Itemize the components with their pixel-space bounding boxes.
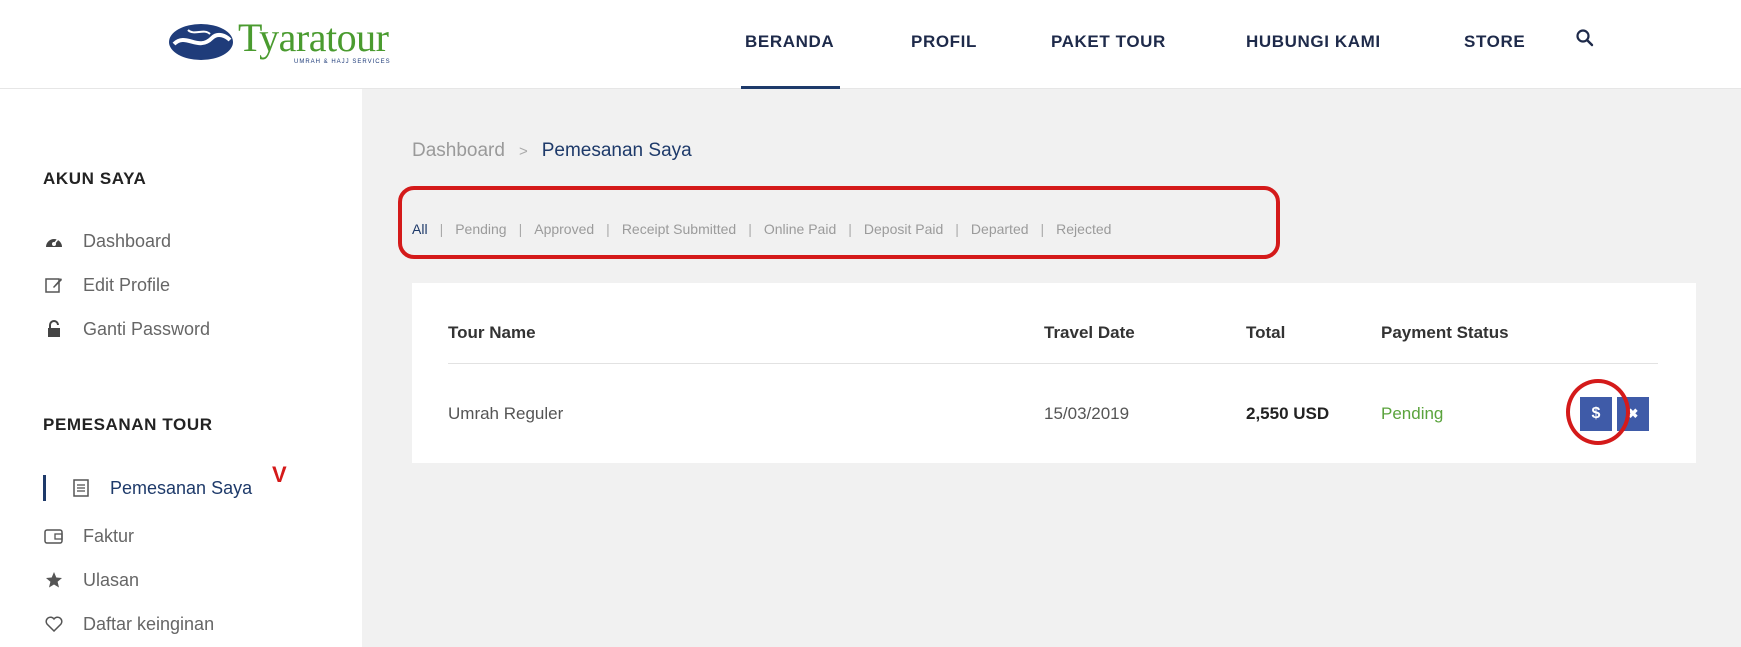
cell-travel-date: 15/03/2019 <box>1044 404 1130 423</box>
document-icon <box>70 477 92 499</box>
annotation-check-mark: V <box>272 462 287 487</box>
heart-icon <box>43 613 65 635</box>
sidebar-item-label: Faktur <box>83 525 135 546</box>
breadcrumb-current: Pemesanan Saya <box>541 140 692 161</box>
status-badge: Pending <box>1381 404 1444 423</box>
logo-globe-icon <box>169 24 233 60</box>
cancel-booking-button[interactable]: ✖ <box>1617 397 1649 431</box>
nav-paket-tour[interactable]: PAKET TOUR <box>1051 32 1166 52</box>
filter-rejected[interactable]: Rejected <box>1056 221 1111 237</box>
filter-departed[interactable]: Departed <box>971 221 1029 237</box>
breadcrumb: Dashboard > Pemesanan Saya <box>412 140 692 162</box>
cell-total: 2,550 USD <box>1246 404 1330 423</box>
nav-beranda[interactable]: BERANDA <box>740 32 841 89</box>
column-header-payment-status: Payment Status <box>1381 323 1509 342</box>
site-header: Tyaratour UMRAH & HAJJ SERVICES BERANDA … <box>0 0 1741 89</box>
nav-store[interactable]: STORE <box>1464 32 1525 52</box>
filter-separator: | <box>518 221 523 237</box>
sidebar-item-label: Ulasan <box>83 569 140 590</box>
filter-separator: | <box>439 221 444 237</box>
logo[interactable]: Tyaratour UMRAH & HAJJ SERVICES <box>168 12 428 72</box>
sidebar-item-pemesanan-saya[interactable]: Pemesanan Saya <box>70 475 252 501</box>
search-icon[interactable] <box>1575 28 1595 48</box>
table-header-divider <box>448 363 1658 364</box>
filter-deposit-paid[interactable]: Deposit Paid <box>864 221 943 237</box>
star-icon <box>43 569 65 591</box>
filter-pending[interactable]: Pending <box>455 221 506 237</box>
filter-receipt-submitted[interactable]: Receipt Submitted <box>622 221 736 237</box>
main-content: Dashboard > Pemesanan Saya All | Pending |… <box>362 89 1741 647</box>
sidebar-item-label: Pemesanan Saya <box>110 477 253 498</box>
dashboard-gauge-icon <box>43 230 65 252</box>
breadcrumb-separator: > <box>518 143 528 160</box>
filter-separator: | <box>955 221 959 237</box>
sidebar-item-label: Ganti Password <box>83 318 211 339</box>
sidebar-item-label: Dashboard <box>83 230 172 251</box>
nav-hubungi-kami[interactable]: HUBUNGI KAMI <box>1246 32 1381 52</box>
filter-all[interactable]: All <box>412 221 428 237</box>
sidebar-heading-account: AKUN SAYA <box>43 169 147 188</box>
active-indicator <box>43 475 46 501</box>
status-filter-bar: All | Pending | Approved | Receipt Submi… <box>412 221 1111 237</box>
edit-icon <box>43 274 65 296</box>
sidebar-item-dashboard[interactable]: Dashboard <box>43 228 171 254</box>
sidebar-item-ulasan[interactable]: Ulasan <box>43 567 139 593</box>
pay-button[interactable]: $ <box>1580 397 1612 431</box>
column-header-tour-name: Tour Name <box>448 323 536 342</box>
column-header-travel-date: Travel Date <box>1044 323 1135 342</box>
sidebar-item-edit-profile[interactable]: Edit Profile <box>43 272 170 298</box>
filter-separator: | <box>1040 221 1045 237</box>
logo-text: Tyaratour <box>238 15 389 60</box>
cell-tour-name: Umrah Reguler <box>448 404 564 423</box>
filter-separator: | <box>606 221 610 237</box>
lock-icon <box>43 318 65 340</box>
sidebar-item-label: Daftar keinginan <box>83 613 215 634</box>
bookings-table: Tour Name Travel Date Total Payment Stat… <box>412 283 1696 463</box>
sidebar-item-faktur[interactable]: Faktur <box>43 523 134 549</box>
filter-approved[interactable]: Approved <box>534 221 594 237</box>
sidebar-heading-tour: PEMESANAN TOUR <box>43 415 213 434</box>
nav-profil[interactable]: PROFIL <box>911 32 977 52</box>
filter-separator: | <box>848 221 852 237</box>
logo-subtext: UMRAH & HAJJ SERVICES <box>294 59 391 65</box>
sidebar-item-label: Edit Profile <box>83 274 171 295</box>
sidebar: AKUN SAYA Dashboard Edit Profile Ganti P… <box>0 89 362 647</box>
breadcrumb-dashboard-link[interactable]: Dashboard <box>412 140 505 161</box>
sidebar-item-daftar-keinginan[interactable]: Daftar keinginan <box>43 611 214 637</box>
wallet-icon <box>43 525 65 547</box>
sidebar-item-ganti-password[interactable]: Ganti Password <box>43 316 210 342</box>
filter-online-paid[interactable]: Online Paid <box>764 221 836 237</box>
filter-separator: | <box>748 221 752 237</box>
column-header-total: Total <box>1246 323 1286 342</box>
